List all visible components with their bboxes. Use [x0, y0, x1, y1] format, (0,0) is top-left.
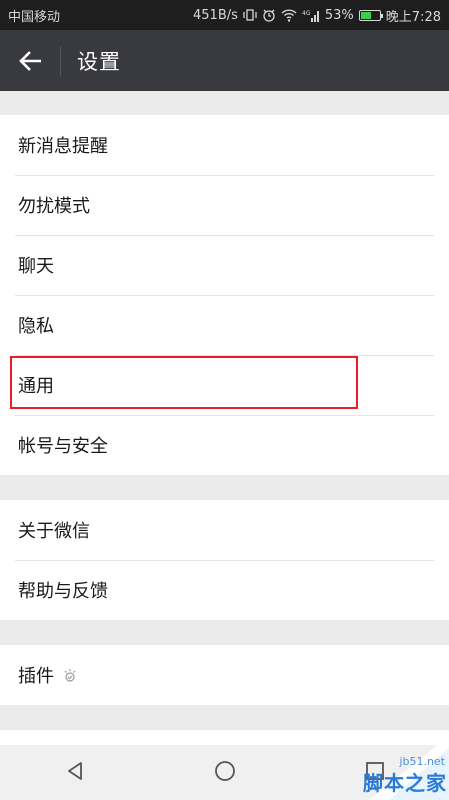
row-help-feedback[interactable]: 帮助与反馈	[0, 560, 449, 620]
wifi-icon	[281, 8, 297, 22]
clock: 晚上7:28	[385, 9, 441, 25]
battery-level	[360, 11, 371, 19]
settings-group-about: 关于微信 帮助与反馈	[0, 500, 449, 620]
row-label: 新消息提醒	[18, 136, 108, 157]
header-divider	[60, 45, 61, 76]
row-label: 聊天	[18, 256, 54, 277]
settings-group-plugins: 插件	[0, 645, 449, 705]
row-label: 勿扰模式	[18, 196, 90, 217]
row-new-message-notify[interactable]: 新消息提醒	[0, 115, 449, 175]
back-arrow-icon	[19, 50, 41, 71]
watermark-name: 脚本之家	[363, 771, 447, 795]
row-about-wechat[interactable]: 关于微信	[0, 500, 449, 560]
vibrate-icon	[243, 8, 257, 22]
row-label: 帐号与安全	[18, 436, 108, 457]
row-account-security[interactable]: 帐号与安全	[0, 415, 449, 475]
alarm-icon	[262, 8, 276, 22]
carrier-label: 中国移动	[8, 9, 61, 25]
row-chat[interactable]: 聊天	[0, 235, 449, 295]
nav-back-icon[interactable]	[64, 760, 86, 786]
highlight-annotation	[10, 356, 358, 409]
row-plugins[interactable]: 插件	[0, 645, 449, 705]
row-label: 隐私	[18, 316, 54, 337]
row-privacy[interactable]: 隐私	[0, 295, 449, 355]
watermark: jb51.net 脚本之家	[309, 730, 449, 800]
row-label: 插件	[18, 666, 54, 687]
nav-home-icon[interactable]	[213, 759, 237, 787]
network-type: 4G	[302, 10, 311, 17]
row-label: 关于微信	[18, 521, 90, 542]
page-title: 设置	[77, 49, 121, 74]
row-do-not-disturb[interactable]: 勿扰模式	[0, 175, 449, 235]
battery-percent: 53%	[324, 7, 354, 23]
status-bar: 中国移动 451B/s 4G 53% 晚上7:28	[0, 0, 449, 30]
network-speed: 451B/s	[193, 7, 238, 23]
plugin-icon	[62, 667, 78, 683]
battery-icon	[358, 9, 383, 21]
signal-icon: 4G	[302, 9, 320, 22]
app-bar: 设置	[0, 30, 449, 91]
back-button[interactable]	[0, 30, 60, 91]
settings-group-main: 新消息提醒 勿扰模式 聊天 隐私 通用 帐号与安全	[0, 115, 449, 475]
row-label: 帮助与反馈	[18, 581, 108, 602]
